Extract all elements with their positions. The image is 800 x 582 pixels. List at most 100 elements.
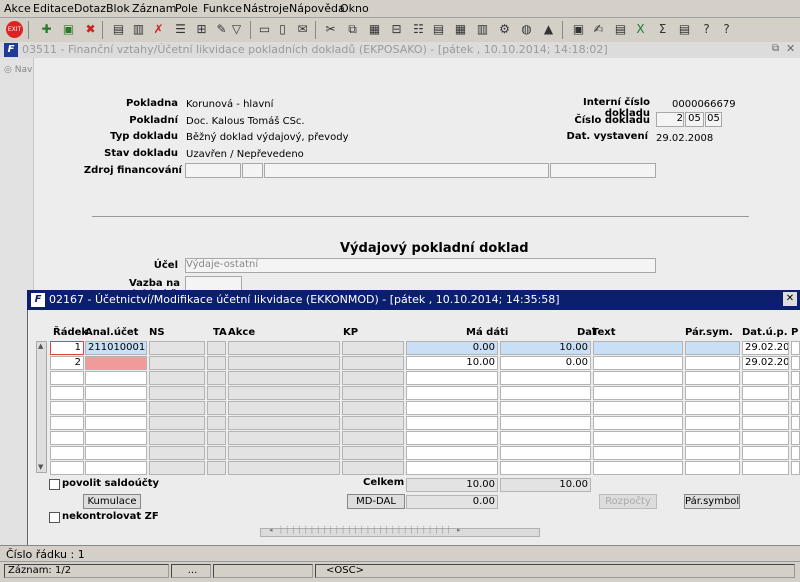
empty-cell[interactable] bbox=[406, 446, 498, 460]
table-cell[interactable] bbox=[228, 356, 340, 370]
empty-cell[interactable] bbox=[593, 371, 683, 385]
table2-icon[interactable]: ▤ bbox=[430, 21, 447, 38]
delete-icon[interactable]: ✗ bbox=[150, 21, 167, 38]
empty-cell[interactable] bbox=[207, 416, 226, 430]
empty-cell[interactable] bbox=[342, 386, 404, 400]
folder-icon[interactable]: ▭ bbox=[256, 21, 273, 38]
empty-cell[interactable] bbox=[742, 461, 789, 475]
empty-cell[interactable] bbox=[791, 386, 800, 400]
insert-record-icon[interactable]: ✚ bbox=[38, 21, 55, 38]
empty-cell[interactable] bbox=[500, 461, 591, 475]
empty-cell[interactable] bbox=[791, 401, 800, 415]
empty-cell[interactable] bbox=[207, 446, 226, 460]
empty-cell[interactable] bbox=[593, 431, 683, 445]
empty-cell[interactable] bbox=[149, 386, 205, 400]
empty-cell[interactable] bbox=[149, 431, 205, 445]
save-icon[interactable]: ▣ bbox=[60, 21, 77, 38]
empty-cell[interactable] bbox=[85, 461, 147, 475]
empty-cell[interactable] bbox=[406, 401, 498, 415]
table-cell[interactable] bbox=[685, 356, 740, 370]
empty-cell[interactable] bbox=[149, 461, 205, 475]
menu-funkce[interactable]: Funkce bbox=[203, 2, 242, 15]
empty-cell[interactable] bbox=[685, 431, 740, 445]
table-icon[interactable]: ⊞ bbox=[193, 21, 210, 38]
empty-cell[interactable] bbox=[500, 431, 591, 445]
empty-cell[interactable] bbox=[342, 461, 404, 475]
globe-icon[interactable]: ◍ bbox=[518, 21, 535, 38]
help-icon[interactable]: ? bbox=[698, 21, 715, 38]
table-cell[interactable] bbox=[207, 356, 226, 370]
menu-okno[interactable]: Okno bbox=[340, 2, 369, 15]
empty-cell[interactable] bbox=[207, 386, 226, 400]
empty-cell[interactable] bbox=[406, 371, 498, 385]
table-cell[interactable] bbox=[791, 356, 800, 370]
horizontal-scrollbar[interactable]: ◂ ┊┊┊┊┊┊┊┊┊┊┊┊┊┊┊┊┊┊┊┊┊┊┊┊┊┊┊┊ ▸ bbox=[260, 526, 540, 537]
empty-cell[interactable] bbox=[228, 386, 340, 400]
warning-icon[interactable]: ▲ bbox=[540, 21, 557, 38]
table-cell[interactable]: 0.00 bbox=[500, 356, 591, 370]
empty-cell[interactable] bbox=[342, 371, 404, 385]
table-cell[interactable] bbox=[207, 341, 226, 355]
empty-cell[interactable] bbox=[207, 401, 226, 415]
empty-cell[interactable] bbox=[85, 431, 147, 445]
empty-cell[interactable] bbox=[500, 446, 591, 460]
list-icon[interactable]: ☰ bbox=[172, 21, 189, 38]
table-cell[interactable]: 10.00 bbox=[406, 356, 498, 370]
empty-cell[interactable] bbox=[228, 371, 340, 385]
cislo-field-1[interactable]: 2 bbox=[656, 112, 684, 127]
table-cell[interactable]: 29.02.2008 bbox=[742, 356, 789, 370]
table-cell[interactable] bbox=[791, 341, 800, 355]
scroll-down-icon[interactable]: ▼ bbox=[38, 463, 43, 471]
cut-icon[interactable]: ✂ bbox=[322, 21, 339, 38]
empty-cell[interactable] bbox=[50, 446, 84, 460]
empty-cell[interactable] bbox=[85, 386, 147, 400]
par-symbol-button[interactable]: Pár.symbol bbox=[684, 494, 740, 509]
table-cell[interactable] bbox=[228, 341, 340, 355]
table-cell[interactable] bbox=[593, 356, 683, 370]
empty-cell[interactable] bbox=[149, 371, 205, 385]
empty-cell[interactable] bbox=[685, 416, 740, 430]
table-cell[interactable]: 1 bbox=[50, 341, 84, 355]
empty-cell[interactable] bbox=[406, 431, 498, 445]
table-cell[interactable] bbox=[85, 356, 147, 370]
empty-cell[interactable] bbox=[593, 461, 683, 475]
zdroj-field-3[interactable] bbox=[264, 163, 549, 178]
duplicate-icon[interactable]: ▤ bbox=[110, 21, 127, 38]
empty-cell[interactable] bbox=[342, 446, 404, 460]
menu-akce[interactable]: Akce bbox=[4, 2, 31, 15]
empty-cell[interactable] bbox=[50, 401, 84, 415]
table-cell[interactable]: 10.00 bbox=[500, 341, 591, 355]
empty-cell[interactable] bbox=[685, 386, 740, 400]
empty-cell[interactable] bbox=[742, 416, 789, 430]
empty-cell[interactable] bbox=[593, 416, 683, 430]
empty-cell[interactable] bbox=[85, 416, 147, 430]
empty-cell[interactable] bbox=[685, 461, 740, 475]
empty-cell[interactable] bbox=[85, 371, 147, 385]
empty-cell[interactable] bbox=[791, 461, 800, 475]
empty-cell[interactable] bbox=[50, 431, 84, 445]
delete-record-icon[interactable]: ✖ bbox=[82, 21, 99, 38]
filter-icon[interactable]: ▽ bbox=[228, 21, 245, 38]
table-cell[interactable] bbox=[149, 341, 205, 355]
empty-cell[interactable] bbox=[791, 446, 800, 460]
empty-cell[interactable] bbox=[742, 401, 789, 415]
empty-cell[interactable] bbox=[742, 431, 789, 445]
table-cell[interactable] bbox=[342, 341, 404, 355]
empty-cell[interactable] bbox=[406, 386, 498, 400]
empty-cell[interactable] bbox=[50, 416, 84, 430]
empty-cell[interactable] bbox=[228, 431, 340, 445]
empty-cell[interactable] bbox=[149, 446, 205, 460]
menu-napoveda[interactable]: Nápověda bbox=[289, 2, 345, 15]
empty-cell[interactable] bbox=[228, 416, 340, 430]
empty-cell[interactable] bbox=[742, 386, 789, 400]
empty-cell[interactable] bbox=[342, 416, 404, 430]
exit-icon[interactable]: EXIT bbox=[6, 21, 23, 38]
nav-button[interactable]: ◎ Nav bbox=[4, 65, 32, 75]
empty-cell[interactable] bbox=[406, 416, 498, 430]
empty-cell[interactable] bbox=[742, 371, 789, 385]
sort-icon[interactable]: ▤ bbox=[676, 21, 693, 38]
attach-icon[interactable]: ⊟ bbox=[388, 21, 405, 38]
menu-nastroje[interactable]: Nástroje bbox=[243, 2, 289, 15]
empty-cell[interactable] bbox=[228, 461, 340, 475]
empty-cell[interactable] bbox=[149, 401, 205, 415]
